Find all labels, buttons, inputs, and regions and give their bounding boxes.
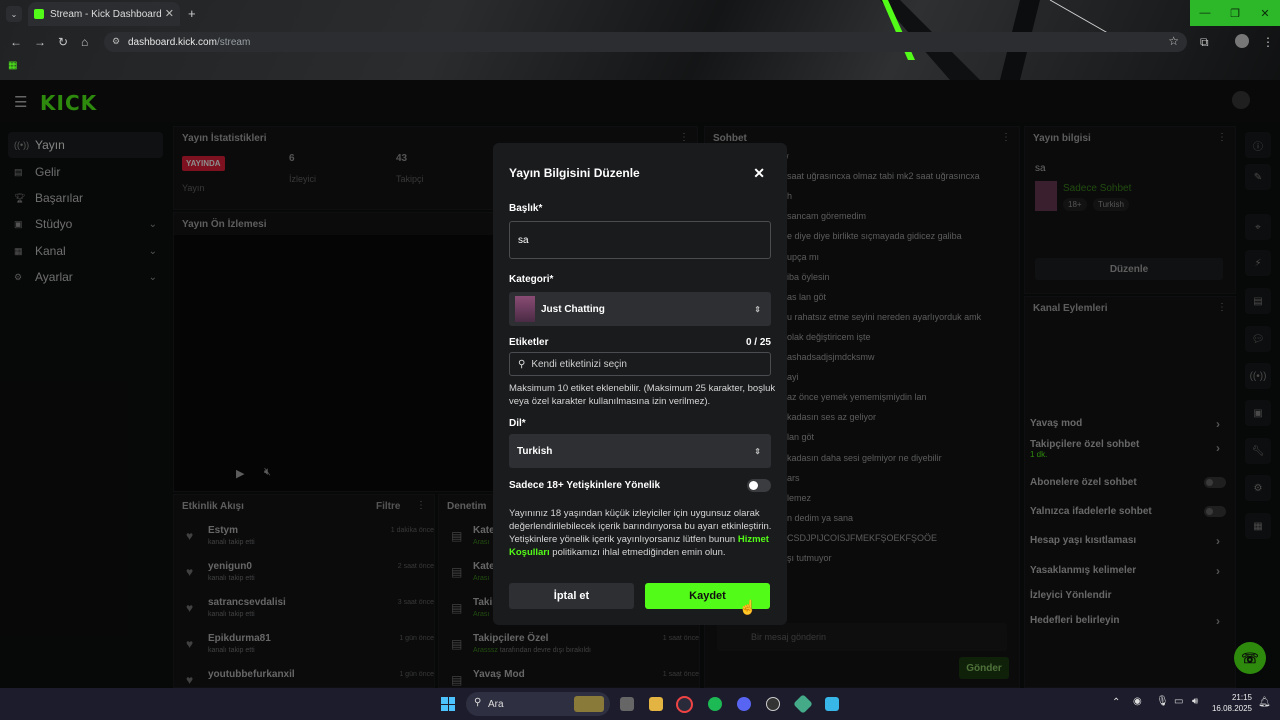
- toggle-knob: [749, 481, 758, 490]
- warning-text-before: Yayınınız 18 yaşından küçük izleyiciler …: [509, 508, 772, 545]
- close-tab-icon[interactable]: ✕: [165, 7, 174, 20]
- select-arrows-icon: ⇕: [754, 446, 761, 456]
- clock-time: 21:15: [1231, 693, 1252, 702]
- mouse-cursor: ☝: [739, 599, 757, 615]
- github-icon[interactable]: [766, 697, 780, 711]
- search-icon: ⚲: [518, 358, 526, 370]
- window-controls: — ❐ ✕: [1190, 0, 1280, 26]
- chrome-icon[interactable]: [676, 696, 693, 713]
- start-icon[interactable]: [441, 697, 455, 711]
- tab-list-button[interactable]: ⌄: [6, 6, 22, 22]
- cancel-button[interactable]: İptal et: [509, 583, 634, 609]
- browser-chrome: ⌄ Stream - Kick Dashboard ✕ + — ❐ ✕ ← → …: [0, 0, 1280, 80]
- back-icon[interactable]: ←: [10, 35, 22, 49]
- taskbar-search-label: Ara: [488, 698, 504, 710]
- home-icon[interactable]: ⌂: [81, 35, 88, 49]
- bookmark-star-icon[interactable]: ☆: [1168, 34, 1179, 48]
- adult-label: Sadece 18+ Yetişkinlere Yönelik: [509, 480, 661, 491]
- category-thumbnail: [515, 296, 535, 322]
- close-window-icon[interactable]: ✕: [1250, 0, 1280, 26]
- edit-stream-info-modal: Yayın Bilgisini Düzenle ✕ Başlık* sa Kat…: [493, 143, 787, 625]
- app-icon[interactable]: [793, 694, 813, 714]
- language-label: Dil*: [509, 418, 526, 429]
- taskbar-clock[interactable]: 21:15 16.08.2025: [1212, 692, 1252, 714]
- adult-warning-text: Yayınınız 18 yaşından küçük izleyiciler …: [509, 507, 777, 559]
- url-input[interactable]: ⚙ dashboard.kick.com/stream ☆: [104, 32, 1187, 52]
- search-highlight-icon: [574, 696, 604, 712]
- taskbar-search[interactable]: ⚲ Ara: [466, 692, 610, 716]
- task-view-icon[interactable]: [620, 697, 634, 711]
- adult-toggle[interactable]: [747, 479, 771, 492]
- volume-icon[interactable]: 🔊︎: [1192, 696, 1198, 707]
- notification-bell-icon[interactable]: 🔔︎: [1258, 697, 1271, 708]
- browser-menu-icon[interactable]: ⋮: [1262, 35, 1274, 49]
- reload-icon[interactable]: ↻: [58, 35, 68, 49]
- address-bar-row: ← → ↻ ⌂ ⚙ dashboard.kick.com/stream ☆ ⧉ …: [0, 30, 1280, 54]
- title-label: Başlık*: [509, 203, 543, 214]
- tags-input[interactable]: ⚲ Kendi etiketinizi seçin: [509, 352, 771, 376]
- windows-taskbar: ⚲ Ara ⌃ ◉ 🎙︎ ▭ 🔊︎ 21:15 16.08.2025 🔔︎: [0, 688, 1280, 720]
- file-explorer-icon[interactable]: [649, 697, 663, 711]
- tray-chevron-icon[interactable]: ⌃: [1112, 697, 1120, 708]
- category-select[interactable]: Just Chatting ⇕: [509, 292, 771, 326]
- category-label: Kategori*: [509, 274, 554, 285]
- apps-grid-icon[interactable]: ▦: [8, 60, 17, 71]
- search-icon: ⚲: [474, 697, 482, 708]
- browser-tab[interactable]: Stream - Kick Dashboard ✕: [28, 2, 180, 26]
- app-icon[interactable]: [825, 697, 839, 711]
- modal-title: Yayın Bilgisini Düzenle: [509, 166, 640, 180]
- discord-icon[interactable]: [737, 697, 751, 711]
- clock-date: 16.08.2025: [1211, 704, 1252, 713]
- tags-input-placeholder: Kendi etiketinizi seçin: [531, 358, 627, 370]
- tags-label: Etiketler: [509, 337, 549, 348]
- forward-icon[interactable]: →: [34, 35, 46, 49]
- url-path: /stream: [216, 36, 251, 48]
- title-input-value: sa: [518, 234, 529, 246]
- spotify-icon[interactable]: [708, 697, 722, 711]
- warning-text-after: politikamızı ihlal etmediğinden emin olu…: [549, 547, 726, 558]
- tab-title: Stream - Kick Dashboard: [50, 8, 162, 20]
- network-icon[interactable]: ▭: [1174, 696, 1183, 707]
- site-info-icon[interactable]: ⚙: [112, 36, 120, 47]
- tab-bar: ⌄ Stream - Kick Dashboard ✕ + — ❐ ✕: [0, 0, 1280, 28]
- new-tab-icon[interactable]: +: [188, 6, 196, 21]
- microphone-icon[interactable]: 🎙︎: [1156, 696, 1169, 707]
- minimize-icon[interactable]: —: [1190, 0, 1220, 26]
- url-host: dashboard.kick.com: [128, 36, 217, 48]
- select-arrows-icon: ⇕: [754, 304, 761, 314]
- language-value: Turkish: [517, 445, 553, 457]
- extensions-icon[interactable]: ⧉: [1200, 35, 1209, 50]
- maximize-icon[interactable]: ❐: [1220, 0, 1250, 26]
- title-input[interactable]: sa: [509, 221, 771, 259]
- tray-app-icon[interactable]: ◉: [1133, 696, 1142, 707]
- kick-favicon-icon: [34, 9, 44, 19]
- close-icon[interactable]: ✕: [753, 165, 765, 182]
- profile-avatar[interactable]: [1235, 34, 1249, 48]
- category-value: Just Chatting: [541, 303, 605, 315]
- tags-counter: 0 / 25: [745, 337, 771, 348]
- tags-help-text: Maksimum 10 etiket eklenebilir. (Maksimu…: [509, 383, 776, 407]
- language-select[interactable]: Turkish ⇕: [509, 434, 771, 468]
